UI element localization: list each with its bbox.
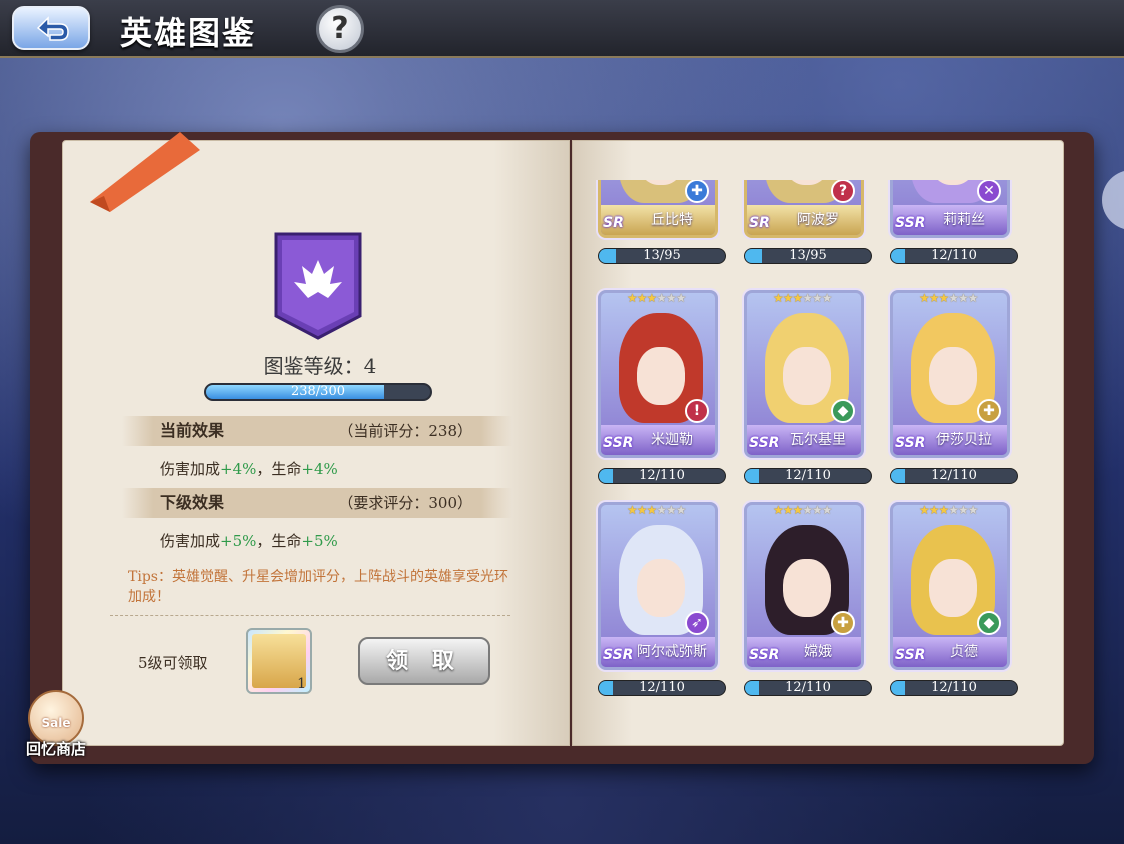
hero-portrait: ★★★★★★ ➶ 阿尔忒弥斯 SSR — [598, 502, 718, 670]
hero-face — [637, 347, 685, 405]
hero-card[interactable]: ✕ 莉莉丝 SSR 12/110 — [882, 180, 1018, 280]
collection-emblem-icon — [274, 232, 362, 340]
rarity-badge: SSR — [895, 647, 926, 663]
hero-progress-text: 13/95 — [789, 248, 827, 263]
hero-face — [783, 559, 831, 617]
bow-icon: ➶ — [685, 611, 709, 635]
shield-icon: ◆ — [831, 399, 855, 423]
current-effect-banner: 当前效果 （当前评分：238） — [122, 416, 512, 446]
required-score: （要求评分：300） — [338, 494, 472, 512]
question-icon: ? — [831, 180, 855, 203]
current-effect-label: 当前效果 — [160, 421, 225, 440]
hero-face — [637, 559, 685, 617]
hero-card[interactable]: ★★★★★★! 米迦勒 SSR 12/110 — [590, 290, 726, 500]
hero-progress-bar: 12/110 — [744, 680, 872, 696]
reward-label: 5级可领取 — [138, 654, 208, 672]
hero-portrait: ★★★★★★ ✚ 嫦娥 SSR — [744, 502, 864, 670]
star-rating: ★★★★★★ — [627, 503, 687, 517]
hero-progress-text: 12/110 — [785, 468, 831, 483]
shop-label: 回忆商店 — [25, 740, 86, 758]
collection-progress-text: 238/300 — [290, 384, 345, 399]
hero-card[interactable]: ★★★★★★ ◆ 贞德 SSR 12/110 — [882, 502, 1018, 700]
hero-card[interactable]: ✚ 丘比特 SR 13/95 — [590, 180, 726, 280]
star-rating: ★★★★★★ — [919, 291, 979, 305]
rarity-badge: SSR — [749, 435, 780, 451]
reward-count: 1 — [297, 676, 306, 692]
bookmark-ribbon-icon — [90, 132, 200, 212]
hero-progress-text: 12/110 — [931, 468, 977, 483]
star-rating: ★★★★★★ — [773, 503, 833, 517]
collection-level: 图鉴等级：4 — [263, 354, 377, 378]
hero-progress-bar: 12/110 — [890, 680, 1018, 696]
divider — [110, 615, 510, 616]
claim-button[interactable]: 领 取 — [358, 637, 490, 685]
hero-progress-text: 13/95 — [643, 248, 681, 263]
hero-progress-bar: 12/110 — [890, 468, 1018, 484]
hero-card[interactable]: ★★★★★★ ✚ 嫦娥 SSR 12/110 — [736, 502, 872, 700]
hero-card[interactable]: ★★★★★★ ◆ 瓦尔基里 SSR 12/110 — [736, 290, 872, 500]
hero-progress-bar: 12/110 — [744, 468, 872, 484]
star-rating: ★★★★★★ — [919, 503, 979, 517]
rarity-badge: SSR — [603, 647, 634, 663]
rarity-badge: SSR — [749, 647, 780, 663]
hero-progress-text: 12/110 — [639, 468, 685, 483]
hero-progress-bar: 13/95 — [598, 248, 726, 264]
reward-item[interactable]: 1 — [246, 628, 312, 694]
hero-progress-text: 12/110 — [931, 680, 977, 695]
hero-card[interactable]: ★★★★★★ ➶ 阿尔忒弥斯 SSR 12/110 — [590, 502, 726, 700]
hero-portrait: ★★★★★★! 米迦勒 SSR — [598, 290, 718, 458]
star-rating: ★★★★★★ — [773, 291, 833, 305]
hero-portrait: ★★★★★★ ◆ 贞德 SSR — [890, 502, 1010, 670]
next-effect-label: 下级效果 — [160, 493, 225, 512]
hero-face — [783, 347, 831, 405]
alert-icon: ! — [685, 399, 709, 423]
current-score: （当前评分：238） — [338, 422, 472, 440]
hero-portrait: ★★★★★★ ✚ 伊莎贝拉 SSR — [890, 290, 1010, 458]
hero-grid[interactable]: ✚ 丘比特 SR 13/95? 阿波罗 SR 13/95 ✕ 莉莉丝 SSR 12/110 ★★★★★… — [590, 180, 1030, 700]
hero-progress-bar: 13/95 — [744, 248, 872, 264]
hero-card[interactable]: ? 阿波罗 SR 13/95 — [736, 180, 872, 280]
rarity-badge: SSR — [895, 435, 926, 451]
hero-portrait: ✕ 莉莉丝 SSR — [890, 180, 1010, 238]
hero-portrait: ★★★★★★ ◆ 瓦尔基里 SSR — [744, 290, 864, 458]
back-arrow-icon — [36, 16, 69, 41]
rarity-badge: SSR — [603, 435, 634, 451]
hero-progress-text: 12/110 — [785, 680, 831, 695]
hero-card[interactable]: ★★★★★★ ✚ 伊莎贝拉 SSR 12/110 — [882, 290, 1018, 500]
next-effect-banner: 下级效果 （要求评分：300） — [122, 488, 512, 518]
next-effect-text: 伤害加成+5%，生命+5% — [160, 532, 338, 550]
rarity-badge: SR — [603, 215, 624, 231]
swords-icon: ✕ — [977, 180, 1001, 203]
sale-label: Sale — [41, 716, 71, 730]
memory-shop-button[interactable]: Sale 回忆商店 — [18, 688, 94, 764]
back-button[interactable] — [12, 6, 90, 50]
hero-progress-bar: 12/110 — [890, 248, 1018, 264]
hero-portrait: ✚ 丘比特 SR — [598, 180, 718, 238]
hero-face — [929, 347, 977, 405]
plus-icon: ✚ — [977, 399, 1001, 423]
hero-face — [929, 559, 977, 617]
rarity-badge: SSR — [895, 215, 926, 231]
hero-progress-bar: 12/110 — [598, 680, 726, 696]
hero-progress-text: 12/110 — [639, 680, 685, 695]
help-button[interactable]: ? — [316, 5, 364, 53]
tips-text: Tips：英雄觉醒、升星会增加评分，上阵战斗的英雄享受光环加成！ — [128, 569, 508, 605]
hero-progress-text: 12/110 — [931, 248, 977, 263]
hero-portrait: ? 阿波罗 SR — [744, 180, 864, 238]
cross-icon: ✚ — [685, 180, 709, 203]
star-rating: ★★★★★★ — [627, 291, 687, 305]
rarity-badge: SR — [749, 215, 770, 231]
current-effect-text: 伤害加成+4%，生命+4% — [160, 460, 338, 478]
top-bar: 英雄图鉴 ? — [0, 0, 1124, 58]
collection-progress-bar: 238/300 — [204, 383, 432, 401]
hero-progress-bar: 12/110 — [598, 468, 726, 484]
shield-icon: ◆ — [977, 611, 1001, 635]
page-title: 英雄图鉴 — [120, 14, 257, 52]
plus-icon: ✚ — [831, 611, 855, 635]
